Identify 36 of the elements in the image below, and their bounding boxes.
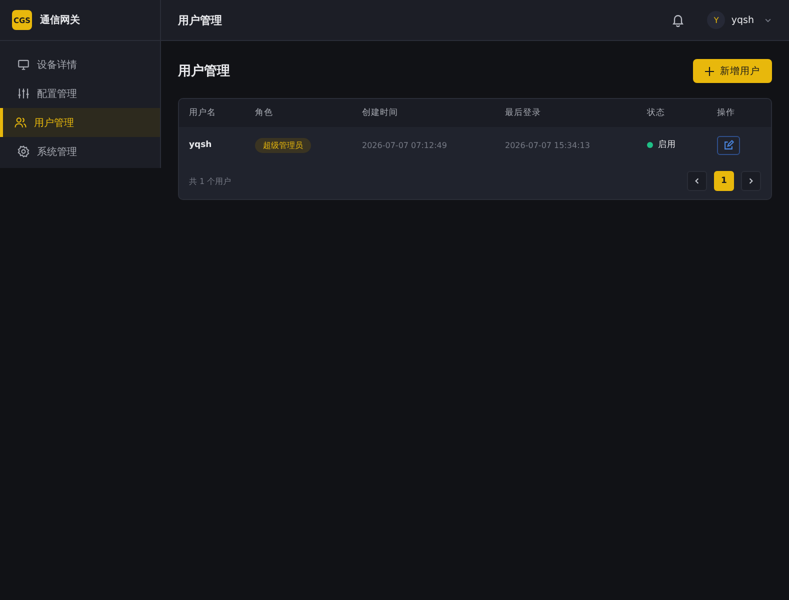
role-tag: 超级管理员 xyxy=(255,138,311,152)
users-icon xyxy=(14,116,27,129)
plus-icon xyxy=(705,66,714,76)
column-header: 创建时间 xyxy=(362,107,399,119)
sidebar-item[interactable]: 配置管理 xyxy=(0,79,160,108)
column-header: 状态 xyxy=(647,107,666,119)
chevron-right-icon xyxy=(747,177,755,185)
column-header: 用户名 xyxy=(189,107,217,119)
sidebar-item[interactable]: 设备详情 xyxy=(0,50,160,79)
status-text: 启用 xyxy=(658,139,676,151)
username[interactable]: yqsh xyxy=(731,14,754,26)
column-header: 最后登录 xyxy=(505,107,542,119)
add-user-button[interactable]: 新增用户 xyxy=(693,59,772,83)
sliders-icon xyxy=(17,87,30,100)
sidebar-item[interactable]: 系统管理 xyxy=(0,137,160,166)
column-header: 操作 xyxy=(717,107,736,119)
sidebar-item[interactable]: 用户管理 xyxy=(0,108,160,137)
header-title: 用户管理 xyxy=(178,12,223,28)
settings-icon xyxy=(17,145,30,158)
previous-page-button[interactable] xyxy=(687,171,707,191)
table-cell-text: yqsh xyxy=(189,140,213,150)
table-cell-text: 2026-07-07 15:34:13 xyxy=(505,140,591,150)
table-cell-text: 2026-07-07 07:12:49 xyxy=(362,140,448,150)
page-button[interactable]: 1 xyxy=(714,171,734,191)
column-header: 角色 xyxy=(255,107,274,119)
notification-bell-icon[interactable] xyxy=(671,13,686,27)
monitor-icon xyxy=(17,58,30,71)
edit-button[interactable] xyxy=(717,136,740,154)
user-count: 共 1 个用户 xyxy=(189,176,232,186)
page-title: 用户管理 xyxy=(178,62,230,80)
app-name: 通信网关 xyxy=(40,14,80,27)
chevron-down-icon[interactable] xyxy=(764,16,772,24)
next-page-button[interactable] xyxy=(741,171,761,191)
edit-icon xyxy=(723,140,734,150)
user-avatar[interactable]: Y xyxy=(707,11,726,29)
chevron-left-icon xyxy=(693,177,701,185)
